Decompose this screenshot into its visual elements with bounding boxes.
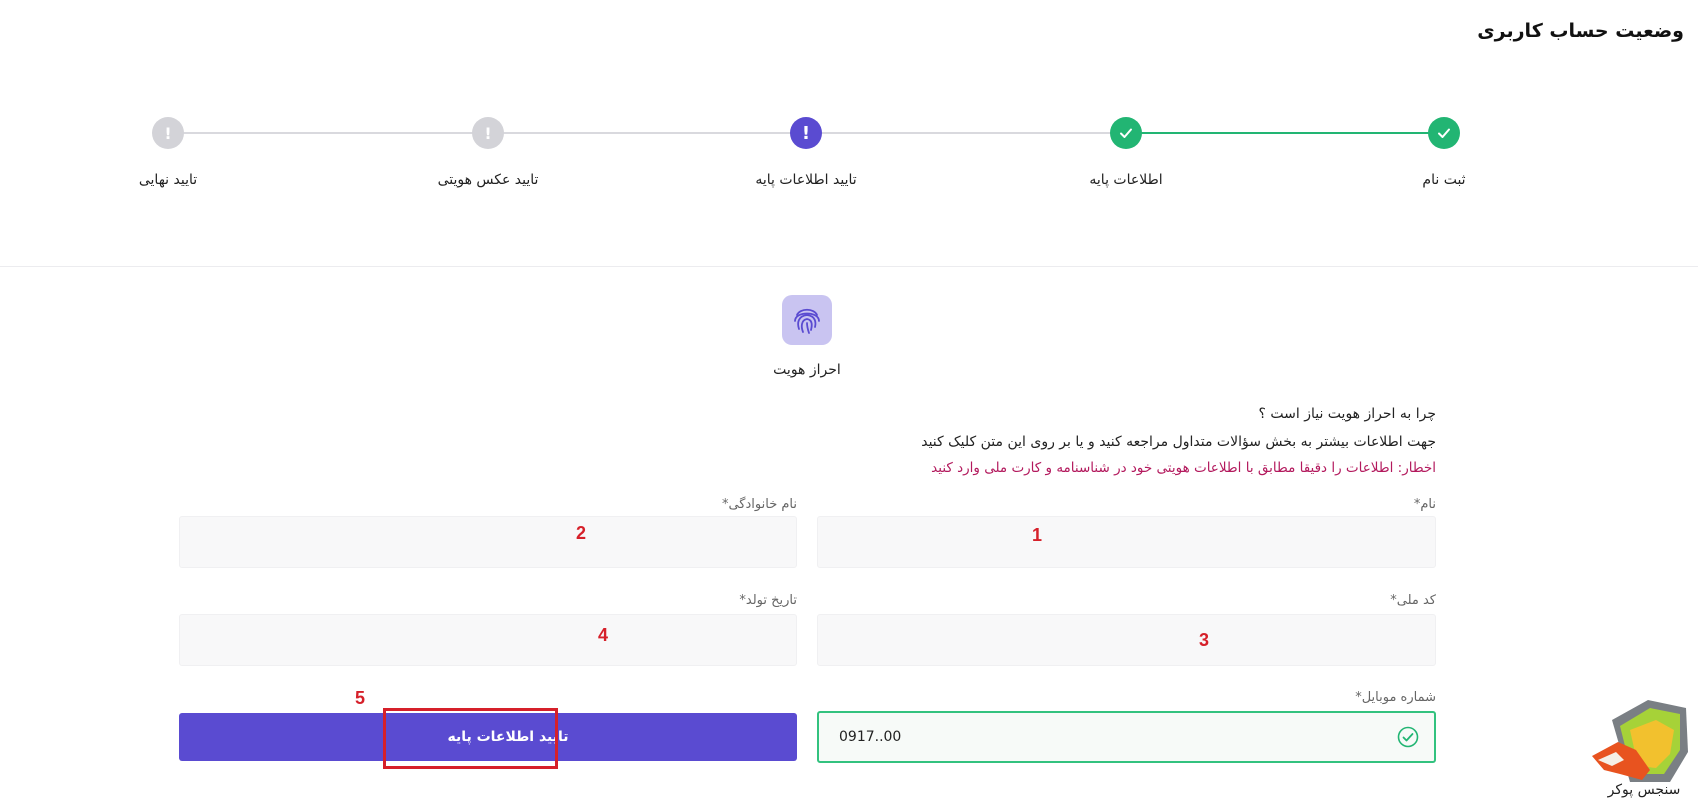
why-verify-question: چرا به احراز هویت نیاز است ؟	[1258, 406, 1437, 422]
fingerprint-icon	[782, 295, 832, 345]
step-label-basic-info: اطلاعات پایه	[1089, 172, 1163, 188]
annotation-3: 3	[1199, 630, 1210, 650]
annotation-1: 1	[1032, 525, 1043, 545]
step-connector	[488, 132, 806, 134]
national-id-label: کد ملی*	[1390, 593, 1436, 608]
confirm-basic-info-button[interactable]: تایید اطلاعات پایه	[179, 713, 797, 761]
step-5-alert-icon: !	[152, 117, 184, 149]
step-2-check-icon	[1110, 117, 1142, 149]
faq-link[interactable]: جهت اطلاعات بیشتر به بخش سؤالات متداول م…	[921, 434, 1436, 450]
step-label-id-photo: تایید عکس هویتی	[437, 172, 539, 188]
section-divider	[0, 266, 1698, 267]
annotation-2: 2	[576, 523, 587, 543]
step-connector	[1126, 132, 1444, 134]
mobile-input[interactable]	[817, 711, 1436, 763]
step-4-alert-icon: !	[472, 117, 504, 149]
last-name-input[interactable]	[179, 516, 797, 568]
birth-date-label: تاریخ تولد*	[739, 593, 797, 608]
progress-stepper: ! ! ! ثبت نام اطلاعات پایه تایید اطلاعات…	[0, 0, 1698, 240]
annotation-5: 5	[355, 688, 366, 708]
national-id-input[interactable]	[817, 614, 1436, 666]
step-label-confirm-basic-info: تایید اطلاعات پایه	[755, 172, 857, 188]
annotation-4: 4	[598, 625, 609, 645]
identity-verification-title: احراز هویت	[773, 362, 841, 378]
valid-check-icon	[1397, 726, 1419, 748]
first-name-input[interactable]	[817, 516, 1436, 568]
mobile-label: شماره موبایل*	[1355, 690, 1436, 705]
step-1-check-icon	[1428, 117, 1460, 149]
birth-date-input[interactable]	[179, 614, 797, 666]
first-name-label: نام*	[1413, 497, 1436, 512]
last-name-label: نام خانوادگی*	[721, 497, 797, 512]
step-connector	[806, 132, 1126, 134]
warning-text: اخطار: اطلاعات را دقیقا مطابق با اطلاعات…	[931, 460, 1436, 476]
step-3-alert-icon: !	[790, 117, 822, 149]
step-label-final: تایید نهایی	[138, 172, 198, 188]
brand-name: سنجس پوکر	[1607, 782, 1681, 798]
step-connector	[168, 132, 488, 134]
step-label-register: ثبت نام	[1422, 172, 1466, 188]
